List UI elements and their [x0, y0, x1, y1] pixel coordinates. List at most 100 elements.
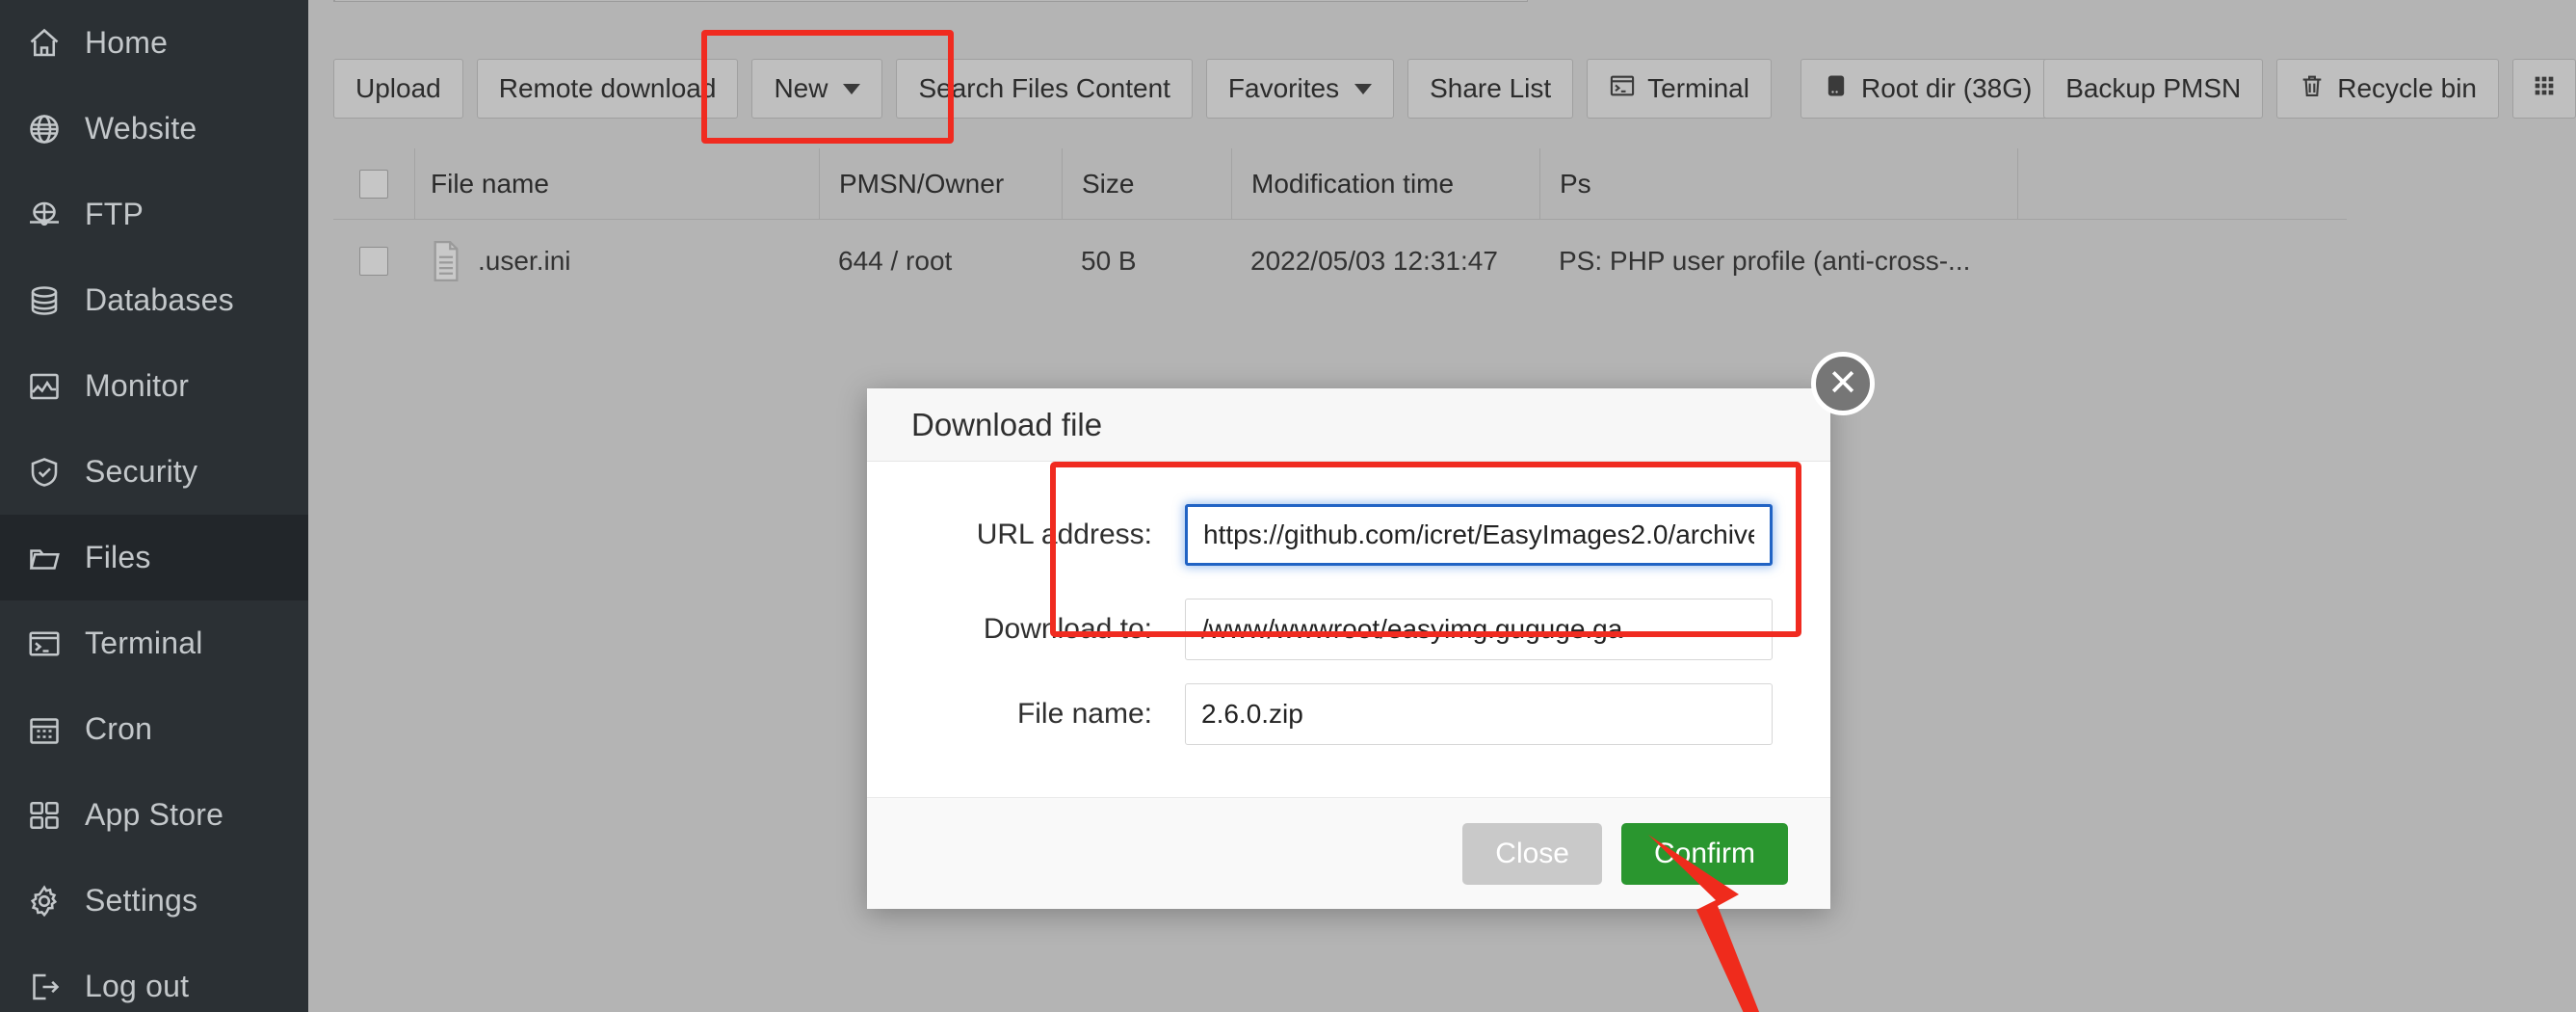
grid-view-icon	[2531, 72, 2558, 106]
sidebar-item-files[interactable]: Files	[0, 515, 308, 600]
url-address-label: URL address:	[976, 519, 1152, 550]
top-strip: / ggggg	[308, 0, 2576, 2]
files-toolbar: Upload Remote download New Search Files …	[308, 30, 2576, 144]
cell-file-name[interactable]: .user.ini	[414, 220, 819, 303]
shield-icon	[25, 453, 64, 492]
backup-pmsn-label: Backup PMSN	[2065, 73, 2242, 103]
cell-actions	[2017, 220, 2347, 303]
row-checkbox[interactable]	[359, 247, 388, 276]
sidebar-item-ftp[interactable]: FTP	[0, 172, 308, 257]
file-icon	[430, 240, 462, 282]
home-icon	[25, 24, 64, 63]
path-search-input[interactable]: / ggggg	[334, 0, 1467, 1]
upload-button[interactable]: Upload	[333, 59, 463, 119]
file-name-text: .user.ini	[478, 246, 571, 276]
sidebar-item-label: Databases	[85, 282, 234, 317]
row-select-cell[interactable]	[333, 220, 414, 303]
search-files-content-button[interactable]: Search Files Content	[896, 59, 1193, 119]
path-search-caret[interactable]	[1467, 0, 1527, 1]
sidebar-item-databases[interactable]: Databases	[0, 257, 308, 343]
new-button[interactable]: New	[751, 59, 883, 119]
sidebar-item-label: Cron	[85, 711, 153, 746]
sidebar-item-home[interactable]: Home	[0, 0, 308, 86]
sidebar-item-security[interactable]: Security	[0, 429, 308, 515]
dialog-title: Download file	[911, 406, 1103, 442]
trash-icon	[2299, 72, 2326, 106]
file-name-input[interactable]	[1185, 683, 1773, 745]
select-all-cell[interactable]	[333, 148, 414, 219]
sidebar: Home Website FTP Databases Monitor Secur…	[0, 0, 308, 1012]
folder-icon	[25, 539, 64, 577]
recycle-bin-label: Recycle bin	[2337, 73, 2477, 103]
grid-view-button[interactable]	[2512, 59, 2576, 119]
remote-download-button[interactable]: Remote download	[476, 59, 739, 119]
sidebar-item-label: Website	[85, 111, 197, 146]
chevron-down-icon	[843, 83, 861, 94]
download-to-label: Download to:	[983, 613, 1152, 645]
sidebar-item-settings[interactable]: Settings	[0, 858, 308, 944]
close-button[interactable]: Close	[1462, 822, 1602, 885]
sidebar-item-label: Log out	[85, 969, 190, 1003]
toolbar-right-group: Backup PMSN Recycle bin	[2043, 59, 2576, 119]
column-ps[interactable]: Ps	[1539, 148, 2017, 219]
sidebar-item-monitor[interactable]: Monitor	[0, 343, 308, 429]
terminal-button-label: Terminal	[1647, 73, 1749, 103]
column-actions	[2017, 148, 2347, 219]
table-row[interactable]: .user.ini 644 / root 50 B 2022/05/03 12:…	[333, 220, 2347, 303]
url-address-input[interactable]	[1185, 504, 1773, 566]
file-name-row: File name:	[867, 683, 1773, 745]
download-to-input[interactable]	[1185, 599, 1773, 660]
close-icon[interactable]: ✕	[1811, 352, 1875, 415]
url-address-row: URL address:	[867, 504, 1773, 566]
column-file-name[interactable]: File name	[414, 148, 819, 219]
search-files-content-label: Search Files Content	[918, 73, 1170, 103]
sidebar-item-log-out[interactable]: Log out	[0, 944, 308, 1012]
sidebar-item-label: Settings	[85, 883, 198, 918]
path-search-bar[interactable]: / ggggg	[333, 0, 1528, 2]
recycle-bin-button[interactable]: Recycle bin	[2276, 59, 2499, 119]
dialog-footer: Close Confirm	[867, 797, 1830, 909]
sidebar-item-app-store[interactable]: App Store	[0, 772, 308, 858]
calendar-icon	[25, 710, 64, 749]
column-owner[interactable]: PMSN/Owner	[819, 148, 1062, 219]
root-dir-button[interactable]: Root dir (38G)	[1800, 59, 2055, 119]
favorites-button[interactable]: Favorites	[1205, 59, 1395, 119]
new-button-label: New	[774, 73, 828, 103]
sidebar-item-cron[interactable]: Cron	[0, 686, 308, 772]
gear-icon	[25, 882, 64, 920]
logout-icon	[25, 968, 64, 1006]
root-dir-button-label: Root dir (38G)	[1860, 73, 2033, 103]
column-modification-time[interactable]: Modification time	[1231, 148, 1539, 219]
terminal-icon	[25, 625, 64, 663]
disk-icon	[1823, 72, 1850, 106]
favorites-button-label: Favorites	[1227, 73, 1340, 103]
app-window: Home Website FTP Databases Monitor Secur…	[0, 0, 2576, 1012]
table-header: File name PMSN/Owner Size Modification t…	[333, 148, 2347, 220]
sidebar-item-label: Home	[85, 25, 169, 60]
ftp-icon	[25, 196, 64, 234]
sidebar-item-terminal[interactable]: Terminal	[0, 600, 308, 686]
terminal-icon	[1609, 72, 1636, 106]
globe-icon	[25, 110, 64, 148]
remote-download-button-label: Remote download	[498, 73, 717, 103]
cell-owner: 644 / root	[838, 246, 953, 276]
cell-ps: PS: PHP user profile (anti-cross-...	[1559, 246, 1971, 276]
sidebar-item-label: App Store	[85, 797, 224, 832]
monitor-icon	[25, 367, 64, 406]
column-size[interactable]: Size	[1062, 148, 1231, 219]
database-icon	[25, 281, 64, 320]
sidebar-item-label: Terminal	[85, 626, 203, 660]
backup-pmsn-button[interactable]: Backup PMSN	[2043, 59, 2264, 119]
select-all-checkbox[interactable]	[359, 169, 388, 199]
chevron-down-icon	[1354, 83, 1373, 94]
sidebar-item-label: Files	[85, 540, 151, 574]
grid-icon	[25, 796, 64, 835]
terminal-button[interactable]: Terminal	[1587, 59, 1772, 119]
dialog-body: URL address: Download to: File name:	[867, 462, 1830, 797]
share-list-button[interactable]: Share List	[1407, 59, 1574, 119]
dialog-header: Download file	[867, 388, 1830, 462]
sidebar-item-label: Monitor	[85, 368, 190, 403]
file-name-label: File name:	[1016, 698, 1152, 730]
confirm-button[interactable]: Confirm	[1620, 822, 1788, 885]
sidebar-item-website[interactable]: Website	[0, 86, 308, 172]
